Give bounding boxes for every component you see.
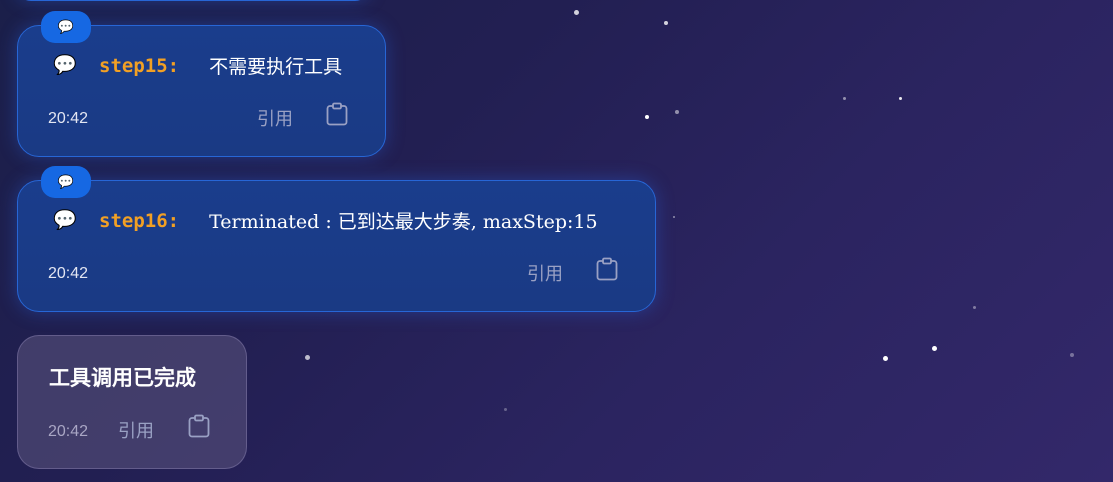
copy-icon[interactable]: [188, 414, 210, 438]
star: [305, 355, 310, 360]
star: [664, 21, 668, 25]
speech-bubble-icon: 💬: [53, 209, 77, 231]
star: [504, 408, 507, 411]
timestamp: 20:42: [48, 265, 89, 282]
star: [645, 115, 649, 119]
star: [843, 97, 846, 100]
quote-button[interactable]: 引用: [118, 417, 154, 443]
speech-bubble-icon: 💬: [57, 174, 75, 190]
status-message-bubble: 工具调用已完成 20:42 引用: [17, 335, 247, 469]
message-text: 不需要执行工具: [209, 56, 343, 78]
star: [883, 356, 888, 361]
quote-button[interactable]: 引用: [527, 260, 563, 286]
message-tag: 💬: [41, 166, 91, 198]
previous-message-bubble: [17, 0, 369, 1]
star: [973, 306, 976, 309]
message-content: 💬 step16: Terminated : 已到达最大步奏, maxStep:…: [53, 207, 598, 234]
step-label: step15:: [99, 54, 180, 77]
message-text: Terminated : 已到达最大步奏, maxStep:15: [209, 211, 598, 233]
star: [673, 216, 675, 218]
timestamp: 20:42: [48, 423, 89, 440]
speech-bubble-icon: 💬: [53, 54, 77, 76]
message-bubble: 💬 step15: 不需要执行工具 20:42 引用: [17, 25, 386, 157]
star: [899, 97, 902, 100]
timestamp: 20:42: [48, 110, 89, 127]
star: [1070, 353, 1074, 357]
status-text: 工具调用已完成: [49, 366, 196, 390]
star: [574, 10, 579, 15]
step-label: step16:: [99, 209, 180, 232]
message-tag: 💬: [41, 11, 91, 43]
star: [675, 110, 679, 114]
copy-icon[interactable]: [326, 102, 348, 126]
message-content: 💬 step15: 不需要执行工具: [53, 52, 342, 79]
copy-icon[interactable]: [596, 257, 618, 281]
speech-bubble-icon: 💬: [57, 19, 75, 35]
quote-button[interactable]: 引用: [257, 105, 293, 131]
message-bubble: 💬 step16: Terminated : 已到达最大步奏, maxStep:…: [17, 180, 656, 312]
star: [932, 346, 937, 351]
